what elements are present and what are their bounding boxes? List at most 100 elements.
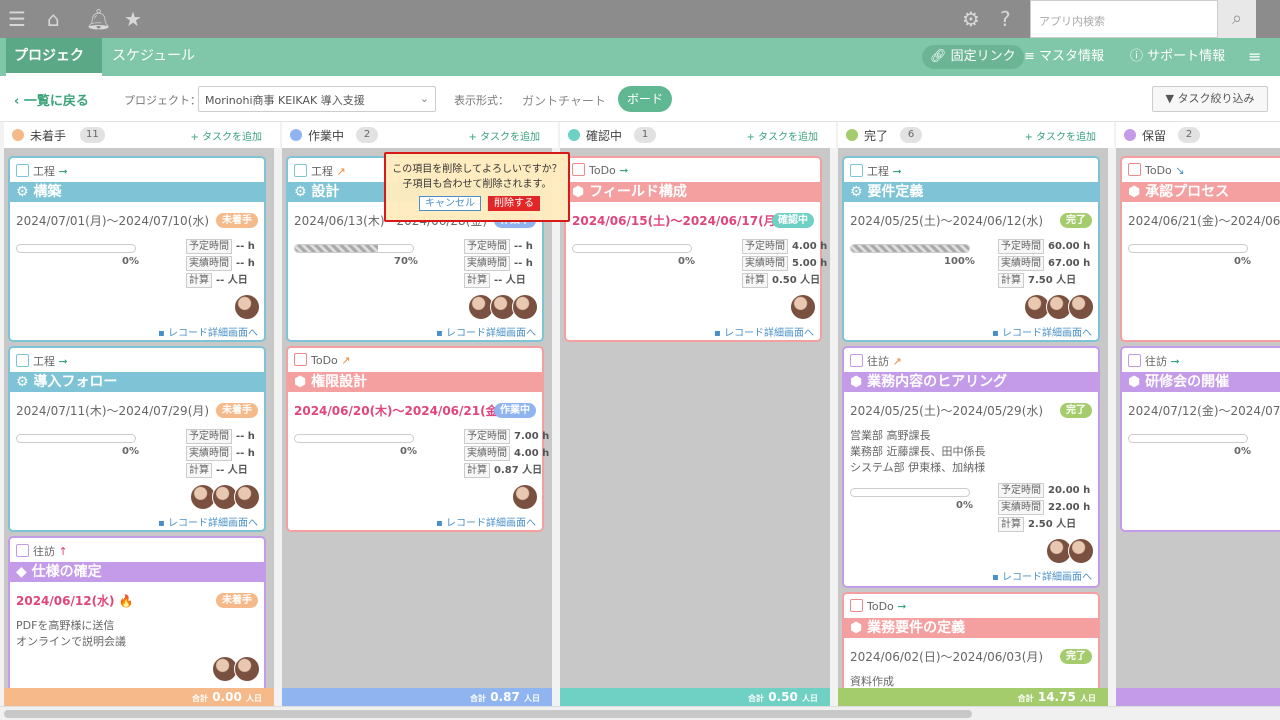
task-date: 2024/07/11(木)～2024/07/29(月) xyxy=(16,404,210,418)
scrollbar-thumb[interactable] xyxy=(4,710,972,718)
column-doing: 工程 ↗ ⚙ 設計 2024/06/13(木)～2024/06/28(金) 作業… xyxy=(282,148,552,688)
task-card[interactable]: 工程 ➞ ⚙ 構築 2024/07/01(月)～2024/07/10(水) 未着… xyxy=(8,156,266,342)
actual-value: -- h xyxy=(236,258,255,269)
column-count: 11 xyxy=(80,127,105,143)
time-table: 予定時間 -- h 実績時間 -- h 計算 -- 人日 xyxy=(186,428,264,479)
arrow-right-icon: ➞ xyxy=(58,165,68,178)
status-badge: 未着手 xyxy=(216,593,258,608)
progress-bar xyxy=(16,434,136,443)
tab-project[interactable]: プロジェクト xyxy=(6,38,102,100)
task-title-text: 仕様の確定 xyxy=(31,564,102,580)
view-label: 表示形式： xyxy=(454,94,509,107)
task-date: 2024/05/25(土)～2024/05/29(水) xyxy=(850,404,1044,418)
task-date: 2024/06/15(土)～2024/06/17(月) 🔥 xyxy=(572,214,800,228)
task-title: ⚙ 導入フォロー xyxy=(10,372,264,392)
star-icon[interactable]: ★ xyxy=(124,8,142,30)
task-title: ⬢ フィールド構成 xyxy=(566,182,820,202)
column-hold: ToDo ↘ ⬢ 承認プロセス 2024/06/21(金)～2024/06/22… xyxy=(1116,148,1280,688)
task-card[interactable]: 往訪 ➞ ⬢ 研修会の開催 2024/07/12(金)～2024/07/19 0… xyxy=(1120,346,1280,532)
task-card[interactable]: ToDo ➞ ⬢ フィールド構成 2024/06/15(土)～2024/06/1… xyxy=(564,156,827,342)
help-icon[interactable]: ? xyxy=(1000,8,1011,30)
task-type-label: 工程 xyxy=(311,165,333,178)
task-date: 2024/05/25(土)～2024/06/12(水) xyxy=(850,214,1044,228)
task-type-label: 工程 xyxy=(867,165,889,178)
record-link[interactable]: ▪ レコード詳細画面へ xyxy=(158,514,258,529)
status-dot xyxy=(290,129,302,141)
menu-icon[interactable]: ☰ xyxy=(8,8,26,30)
task-card[interactable]: ToDo ↘ ⬢ 承認プロセス 2024/06/21(金)～2024/06/22… xyxy=(1120,156,1280,342)
task-type-label: 工程 xyxy=(33,355,55,368)
status-badge: 完了 xyxy=(1060,213,1092,228)
progress-bar xyxy=(16,244,136,253)
gantt-option[interactable]: ガントチャート xyxy=(522,92,606,109)
column-todo: 工程 ➞ ⚙ 構築 2024/07/01(月)～2024/07/10(水) 未着… xyxy=(4,148,274,688)
avatar xyxy=(790,294,816,320)
add-task-button[interactable]: + タスクを追加 xyxy=(1024,128,1096,143)
status-badge: 未着手 xyxy=(216,213,258,228)
horizontal-scrollbar[interactable] xyxy=(0,706,1280,720)
add-task-button[interactable]: + タスクを追加 xyxy=(746,128,818,143)
avatar xyxy=(1068,538,1094,564)
task-card[interactable]: 工程 ➞ ⚙ 要件定義 2024/05/25(土)～2024/06/12(水) … xyxy=(842,156,1100,342)
master-button[interactable]: ≡ マスタ情報 xyxy=(1024,45,1104,69)
task-type-label: 往訪 xyxy=(33,545,55,558)
actual-label: 実績時間 xyxy=(186,256,232,271)
support-button[interactable]: ⓘ サポート情報 xyxy=(1130,45,1225,69)
task-card[interactable]: 往訪 ↑ ◆ 仕様の確定 2024/06/12(水) 🔥 未着手 PDFを高野様… xyxy=(8,536,266,688)
planned-label: 予定時間 xyxy=(464,429,510,444)
add-task-button[interactable]: + タスクを追加 xyxy=(468,128,540,143)
back-link[interactable]: ‹ 一覧に戻る xyxy=(14,90,89,109)
bell-icon[interactable]: 🔔︎ xyxy=(86,8,111,30)
dialog-message: この項目を削除してよろしいですか？ 子項目も合わせて削除されます。 xyxy=(392,164,562,190)
column-header-review: 確認中 1 + タスクを追加 xyxy=(560,122,836,148)
search-icon[interactable]: ⌕ xyxy=(1218,0,1256,38)
record-link[interactable]: ▪ レコード詳細画面へ xyxy=(436,514,536,529)
actual-value: 22.00 h xyxy=(1048,502,1091,513)
calc-value: 7.50 人日 xyxy=(1028,275,1077,286)
task-card[interactable]: ToDo ↗ ⬢ 権限設計 2024/06/20(木)～2024/06/21(金… xyxy=(286,346,549,532)
progress-percent: 0% xyxy=(956,500,973,511)
task-card[interactable]: ToDo ➞ ⬢ 業務要件の定義 2024/06/02(日)～2024/06/0… xyxy=(842,592,1100,688)
task-note: PDFを高野様に送信 オンラインで説明会議 xyxy=(16,619,126,648)
task-title-text: 研修会の開催 xyxy=(1145,374,1230,390)
record-link[interactable]: ▪ レコード詳細画面へ xyxy=(158,324,258,339)
record-link[interactable]: ▪ レコード詳細画面へ xyxy=(992,324,1092,339)
project-select[interactable]: Morinohi商事 KEIKAK 導入支援 ⌄ xyxy=(198,86,436,112)
record-link[interactable]: ▪ レコード詳細画面へ xyxy=(992,568,1092,583)
hamburger-icon[interactable]: ≡ xyxy=(1248,45,1261,69)
task-type-label: ToDo xyxy=(589,164,616,177)
task-date: 2024/06/02(日)～2024/06/03(月) xyxy=(850,650,1044,664)
status-badge: 完了 xyxy=(1060,649,1092,664)
planned-label: 予定時間 xyxy=(998,483,1044,498)
arrow-right-icon: ➞ xyxy=(897,600,907,613)
status-badge: 未着手 xyxy=(216,403,258,418)
fixed-link-button[interactable]: 🔗︎ 固定リンク xyxy=(922,45,1024,69)
time-table: 予定時間 60.00 h 実績時間 67.00 h 計算 7.50 人日 xyxy=(998,238,1098,289)
cancel-button[interactable]: キャンセル xyxy=(419,196,481,211)
task-filter-button[interactable]: ▼ タスク絞り込み xyxy=(1152,86,1268,112)
progress-percent: 0% xyxy=(1234,446,1251,457)
task-date: 2024/06/20(木)～2024/06/21(金) 🔥 xyxy=(294,404,522,418)
column-header-doing: 作業中 2 + タスクを追加 xyxy=(282,122,558,148)
column-count: 2 xyxy=(356,127,378,143)
task-title-text: 導入フォロー xyxy=(33,374,118,390)
gear-icon[interactable]: ⚙ xyxy=(962,8,980,30)
task-card[interactable]: 往訪 ↗ ⬢ 業務内容のヒアリング 2024/05/25(土)～2024/05/… xyxy=(842,346,1100,588)
avatar xyxy=(512,294,538,320)
home-icon[interactable]: ⌂ xyxy=(47,8,60,30)
record-link[interactable]: ▪ レコード詳細画面へ xyxy=(436,324,536,339)
board-option[interactable]: ボード xyxy=(618,86,672,112)
assignees xyxy=(512,484,538,510)
tab-schedule[interactable]: スケジュール xyxy=(104,38,203,76)
task-card[interactable]: 工程 ➞ ⚙ 導入フォロー 2024/07/11(木)～2024/07/29(月… xyxy=(8,346,266,532)
avatar xyxy=(234,294,260,320)
record-link[interactable]: ▪ レコード詳細画面へ xyxy=(714,324,814,339)
nav-bar: プロジェクト スケジュール 🔗︎ 固定リンク ≡ マスタ情報 ⓘ サポート情報 … xyxy=(0,38,1280,100)
add-task-button[interactable]: + タスクを追加 xyxy=(190,128,262,143)
arrow-up-right-icon: ↗ xyxy=(341,354,351,367)
task-type-label: ToDo xyxy=(1145,164,1172,177)
delete-button[interactable]: 削除する xyxy=(488,196,540,211)
search-input[interactable]: アプリ内検索 xyxy=(1030,0,1218,38)
task-type-label: ToDo xyxy=(867,600,894,613)
task-title-text: 権限設計 xyxy=(311,374,368,390)
